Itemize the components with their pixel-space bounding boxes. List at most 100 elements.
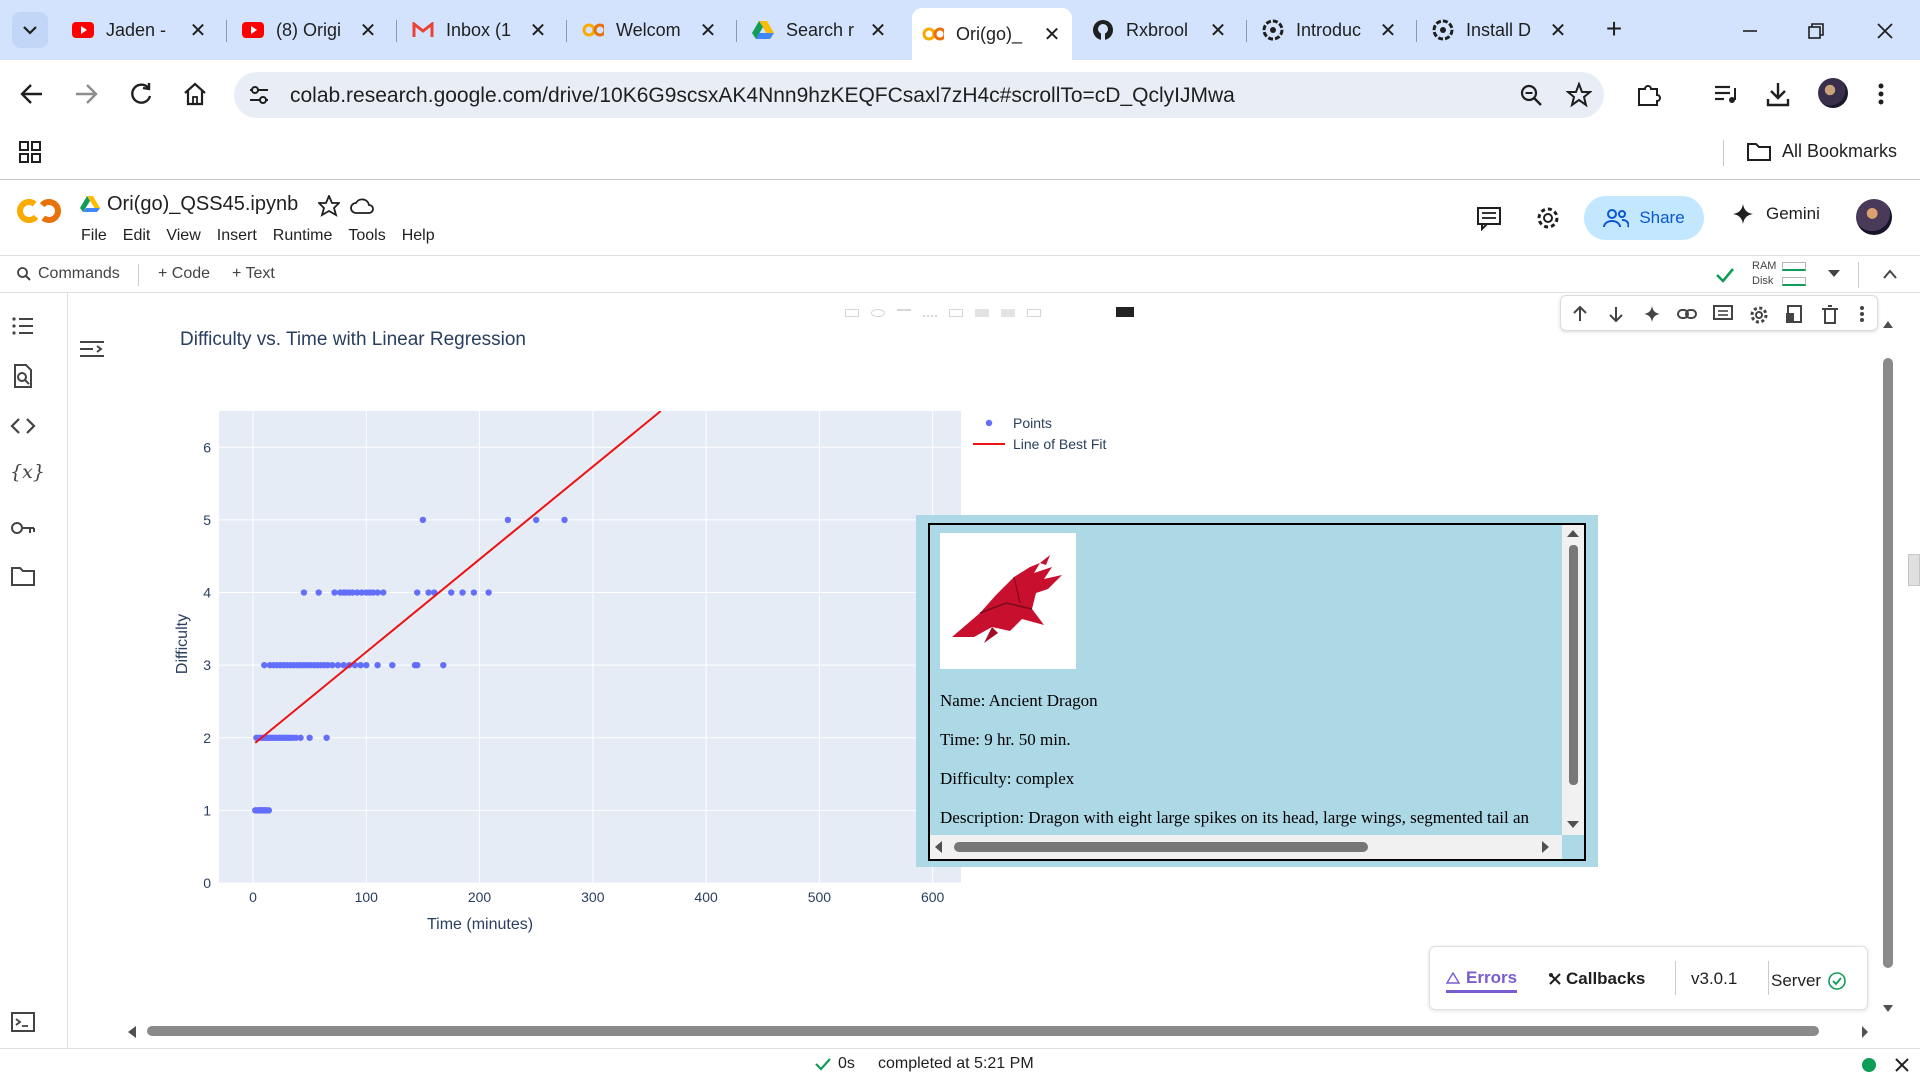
scatter-point[interactable]	[261, 661, 268, 669]
delete-cell-icon[interactable]	[1821, 305, 1839, 325]
commands-button[interactable]: Commands	[16, 265, 120, 283]
find-replace-icon[interactable]	[10, 363, 36, 389]
profile-avatar[interactable]	[1818, 78, 1848, 108]
scatter-point[interactable]	[300, 589, 308, 596]
apps-grid-icon[interactable]	[18, 140, 42, 164]
scatter-point[interactable]	[440, 661, 447, 669]
tab-close-icon[interactable]: ✕	[188, 18, 208, 43]
share-button[interactable]: Share	[1584, 196, 1704, 240]
link-cell-icon[interactable]	[1677, 305, 1697, 323]
output-vertical-scrollbar[interactable]	[1876, 316, 1900, 1016]
browser-tab[interactable]: Search r ✕	[742, 12, 898, 48]
tab-search-button[interactable]	[12, 12, 48, 48]
cloud-saved-icon[interactable]	[350, 197, 374, 215]
scatter-point[interactable]	[297, 734, 304, 741]
cell-more-icon[interactable]	[1859, 305, 1865, 323]
add-code-button[interactable]: + Code	[158, 265, 210, 283]
scatter-point[interactable]	[532, 516, 540, 524]
resources-indicator[interactable]: RAM Disk	[1752, 259, 1806, 289]
files-folder-icon[interactable]	[10, 563, 36, 589]
home-button[interactable]	[181, 80, 209, 108]
scatter-point[interactable]	[561, 516, 568, 524]
scatter-point[interactable]	[380, 589, 387, 596]
gemini-button[interactable]: Gemini	[1732, 203, 1820, 225]
zoom-icon[interactable]	[1518, 82, 1544, 108]
menu-item-file[interactable]: File	[81, 227, 107, 245]
scatter-point[interactable]	[363, 661, 370, 669]
back-button[interactable]	[18, 80, 46, 108]
reload-button[interactable]	[127, 80, 155, 108]
dash-errors-tab[interactable]: Errors	[1446, 965, 1518, 993]
cell-settings-icon[interactable]	[1749, 305, 1769, 325]
forward-button[interactable]	[72, 80, 100, 108]
site-info-icon[interactable]	[246, 82, 272, 108]
scatter-point[interactable]	[357, 661, 364, 669]
collapse-header-icon[interactable]	[1882, 268, 1898, 280]
url-text[interactable]: colab.research.google.com/drive/10K6G9sc…	[290, 84, 1235, 108]
table-of-contents-icon[interactable]	[10, 313, 36, 339]
variables-icon[interactable]: {𝑥}	[10, 461, 45, 487]
menu-item-tools[interactable]: Tools	[348, 227, 385, 245]
comment-cell-icon[interactable]	[1713, 305, 1733, 323]
runtime-dropdown-icon[interactable]	[1827, 269, 1841, 279]
menu-item-view[interactable]: View	[166, 227, 200, 245]
browser-tab[interactable]: Jaden - ✕	[62, 12, 218, 48]
browser-menu-icon[interactable]	[1876, 80, 1886, 108]
browser-tab[interactable]: Introduc ✕	[1252, 12, 1408, 48]
tab-close-icon[interactable]: ✕	[1042, 22, 1062, 47]
menu-item-runtime[interactable]: Runtime	[273, 227, 333, 245]
notebook-title[interactable]: Ori(go)_QSS45.ipynb	[107, 193, 298, 216]
close-window-button[interactable]	[1870, 16, 1900, 46]
code-snippets-icon[interactable]	[10, 413, 36, 439]
scatter-point[interactable]	[389, 661, 396, 669]
scatter-point[interactable]	[315, 589, 322, 596]
menu-item-edit[interactable]: Edit	[123, 227, 151, 245]
scatter-point[interactable]	[414, 589, 421, 596]
close-status-icon[interactable]	[1894, 1057, 1910, 1073]
browser-tab[interactable]: Rxbrool ✕	[1082, 12, 1238, 48]
tab-close-icon[interactable]: ✕	[1378, 18, 1398, 43]
colab-logo[interactable]	[16, 197, 62, 225]
scatter-point[interactable]	[334, 661, 342, 669]
scatter-point[interactable]	[331, 589, 338, 596]
downloads-icon[interactable]	[1764, 80, 1792, 108]
mirror-cell-icon[interactable]	[1785, 305, 1803, 325]
menu-item-help[interactable]: Help	[402, 227, 435, 245]
popup-horizontal-scrollbar[interactable]	[930, 835, 1562, 859]
popup-vertical-scrollbar[interactable]	[1562, 525, 1584, 835]
legend-marker-points[interactable]	[985, 419, 993, 427]
output-horizontal-scrollbar[interactable]	[124, 1020, 1868, 1044]
scatter-point[interactable]	[414, 661, 421, 669]
browser-tab[interactable]: Ori(go)_ ✕	[912, 8, 1072, 60]
new-tab-button[interactable]: +	[1598, 14, 1630, 46]
tab-close-icon[interactable]: ✕	[1208, 18, 1228, 43]
settings-gear-icon[interactable]	[1535, 205, 1561, 231]
gemini-cell-icon[interactable]	[1643, 305, 1661, 323]
scatter-point[interactable]	[374, 589, 381, 596]
scatter-point[interactable]	[419, 516, 427, 524]
scatter-point[interactable]	[340, 661, 347, 669]
extensions-icon[interactable]	[1634, 80, 1662, 108]
secrets-key-icon[interactable]	[10, 515, 36, 541]
tab-close-icon[interactable]: ✕	[358, 18, 378, 43]
tab-close-icon[interactable]: ✕	[1548, 18, 1568, 43]
dash-server-status[interactable]: Server	[1771, 969, 1847, 993]
dash-callbacks-tab[interactable]: Callbacks	[1548, 965, 1645, 993]
browser-tab[interactable]: Inbox (1 ✕	[402, 12, 558, 48]
scatter-point[interactable]	[306, 734, 313, 741]
tab-close-icon[interactable]: ✕	[868, 18, 888, 43]
tab-close-icon[interactable]: ✕	[698, 18, 718, 43]
scatter-point[interactable]	[265, 807, 273, 814]
scatter-point[interactable]	[374, 661, 381, 669]
scatter-point[interactable]	[470, 589, 478, 596]
browser-tab[interactable]: Install D ✕	[1422, 12, 1578, 48]
scatter-point[interactable]	[459, 589, 466, 596]
all-bookmarks-button[interactable]: All Bookmarks	[1746, 140, 1897, 162]
minimize-button[interactable]	[1735, 16, 1765, 46]
scatter-point[interactable]	[329, 661, 336, 669]
legend-label[interactable]: Points	[1013, 415, 1052, 431]
account-avatar[interactable]	[1856, 199, 1892, 235]
scatter-point[interactable]	[485, 589, 492, 596]
scatter-point[interactable]	[425, 589, 432, 596]
star-notebook-icon[interactable]	[318, 195, 340, 217]
